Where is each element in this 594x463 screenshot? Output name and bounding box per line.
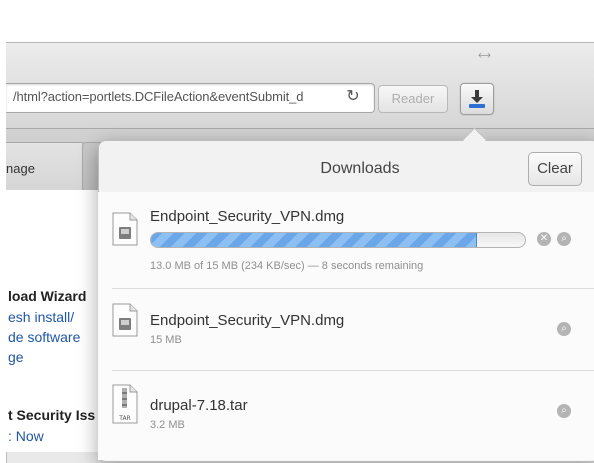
page-link-page[interactable]: ge — [8, 349, 24, 365]
reload-icon[interactable]: ↻ — [343, 87, 363, 107]
stop-download-icon[interactable]: ✕ — [537, 232, 551, 246]
download-status: 3.2 MB — [150, 419, 185, 431]
download-arrow-icon — [469, 90, 485, 108]
page-heading-security: t Security Iss — [8, 407, 96, 423]
download-progress-bar — [150, 232, 526, 248]
address-url[interactable]: /html?action=portlets.DCFileAction&event… — [13, 89, 338, 104]
tar-icon-label: TAR — [118, 415, 130, 422]
download-file-name: Endpoint_Security_VPN.dmg — [150, 312, 345, 329]
download-progress-fill — [151, 233, 478, 247]
download-file-name: Endpoint_Security_VPN.dmg — [150, 208, 345, 225]
reader-button[interactable]: Reader — [378, 85, 448, 113]
page-heading-wizard: load Wizard — [8, 288, 87, 304]
download-item[interactable] — [98, 289, 594, 369]
address-bar[interactable]: /html?action=portlets.DCFileAction&event… — [6, 83, 375, 113]
downloads-title: Downloads — [320, 160, 400, 177]
reveal-in-finder-icon[interactable]: ⌕ — [557, 322, 571, 336]
page-link-now[interactable]: : Now — [8, 428, 44, 444]
dmg-file-icon — [112, 303, 138, 337]
tab-label: nage — [6, 161, 35, 176]
tar-file-icon: TAR — [112, 384, 138, 424]
dmg-file-icon — [112, 212, 138, 246]
page-link-software[interactable]: de software — [8, 329, 80, 345]
reveal-in-finder-icon[interactable]: ⌕ — [557, 404, 571, 418]
download-status: 15 MB — [150, 334, 182, 346]
reveal-in-finder-icon[interactable]: ⌕ — [557, 232, 571, 246]
clear-button[interactable]: Clear — [528, 152, 582, 186]
download-file-name: drupal-7.18.tar — [150, 397, 248, 414]
downloads-button[interactable] — [460, 83, 494, 115]
download-status: 13.0 MB of 15 MB (234 KB/sec) — 8 second… — [150, 260, 424, 272]
page-link-install[interactable]: esh install/ — [8, 309, 74, 325]
